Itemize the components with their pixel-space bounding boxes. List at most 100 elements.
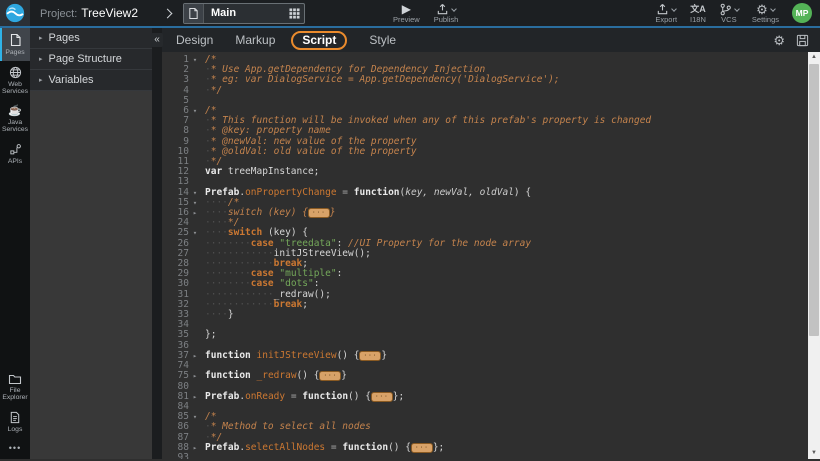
folded-code-placeholder[interactable]: ···	[319, 371, 341, 381]
tab-markup[interactable]: Markup	[235, 33, 275, 47]
chevron-down-icon	[770, 6, 776, 12]
code-line[interactable]: 4·*/	[162, 86, 820, 96]
fold-toggle-icon[interactable]: ▾	[189, 106, 201, 116]
code-line[interactable]: 12var treeMapInstance;	[162, 167, 820, 177]
gutter: 6▾	[162, 106, 202, 116]
code-line[interactable]: 34	[162, 320, 820, 330]
fold-toggle-icon[interactable]: ▸	[189, 443, 201, 453]
script-settings-gear-icon[interactable]: ⚙	[773, 34, 785, 47]
rail-label: Logs	[8, 426, 23, 434]
code-segment-cm: * Method to select all nodes	[211, 421, 371, 432]
branch-icon	[719, 3, 732, 16]
fold-toggle-icon	[189, 86, 201, 96]
code-line[interactable]: 10·* @oldVal: old value of the property	[162, 147, 820, 157]
fold-toggle-icon[interactable]: ▸	[189, 351, 201, 361]
accordion-variables[interactable]: ▸ Variables	[30, 70, 152, 91]
gear-icon: ⚙	[756, 3, 768, 16]
code-line[interactable]: 5	[162, 96, 820, 106]
sidebar-item-pages[interactable]: Pages	[0, 28, 30, 61]
editor-scrollbar[interactable]: ▲ ▼	[808, 52, 820, 459]
code-line[interactable]: 35};	[162, 330, 820, 340]
code-line[interactable]: 16▸····switch (key) {···}	[162, 208, 820, 218]
triangle-right-icon: ▸	[39, 34, 43, 42]
tab-script[interactable]: Script	[291, 31, 347, 50]
fold-toggle-icon[interactable]: ▸	[189, 208, 201, 218]
code-segment-fn: _redraw	[257, 370, 297, 381]
folded-code-placeholder[interactable]: ···	[371, 392, 393, 402]
publish-button[interactable]: Publish	[434, 3, 459, 24]
code-line[interactable]: 81▸Prefab.onReady = function() {···};	[162, 392, 820, 402]
fold-toggle-icon	[189, 65, 201, 75]
folded-code-placeholder[interactable]: ···	[308, 208, 330, 218]
code-text: ····}	[202, 310, 234, 320]
code-line[interactable]: 32············break;	[162, 300, 820, 310]
grid-view-icon[interactable]	[284, 8, 304, 19]
sidebar-item-java-services[interactable]: ☕ Java Services	[0, 100, 30, 138]
folded-code-placeholder[interactable]: ···	[359, 351, 381, 361]
fold-toggle-icon	[189, 300, 201, 310]
tab-style[interactable]: Style	[369, 33, 396, 47]
fold-toggle-icon	[189, 147, 201, 157]
page-selector-dropdown[interactable]: Main	[183, 3, 305, 24]
vcs-button[interactable]: VCS	[719, 3, 739, 24]
fold-toggle-icon[interactable]: ▸	[189, 371, 201, 381]
fold-toggle-icon	[189, 75, 201, 85]
code-line[interactable]: 84	[162, 402, 820, 412]
script-editor[interactable]: 1▾/*2·* Use App.getDependency for Depend…	[162, 52, 820, 459]
web-services-icon	[9, 66, 22, 79]
fold-toggle-icon[interactable]: ▾	[189, 198, 201, 208]
play-icon: ▶	[402, 3, 411, 15]
accordion-page-structure[interactable]: ▸ Page Structure	[30, 49, 152, 70]
code-line[interactable]: 93	[162, 453, 820, 459]
fold-toggle-icon[interactable]: ▾	[189, 412, 201, 422]
pages-panel: ▸ Pages ▸ Page Structure ▸ Variables	[30, 28, 152, 459]
chevron-down-icon	[734, 6, 740, 12]
export-button[interactable]: Export	[655, 3, 677, 24]
settings-button[interactable]: ⚙ Settings	[752, 3, 779, 24]
collapse-panel-button[interactable]: «	[151, 33, 163, 47]
fold-toggle-icon[interactable]: ▾	[189, 55, 201, 65]
code-lines: 1▾/*2·* Use App.getDependency for Depend…	[162, 52, 820, 459]
panel-divider[interactable]: «	[152, 28, 162, 459]
code-line[interactable]: 3·* eg: var DialogService = App.getDepen…	[162, 75, 820, 85]
gutter: 93	[162, 453, 202, 459]
fold-toggle-icon[interactable]: ▸	[189, 392, 201, 402]
more-options-button[interactable]: •••	[0, 437, 30, 459]
code-line[interactable]: 37▸function initJStreeView() {···}	[162, 351, 820, 361]
sidebar-item-logs[interactable]: Logs	[0, 406, 30, 438]
gutter: 2	[162, 65, 202, 75]
code-line[interactable]: 88▸Prefab.selectAllNodes = function() {·…	[162, 443, 820, 453]
preview-button[interactable]: ▶ Preview	[393, 3, 420, 24]
fold-toggle-icon	[189, 239, 201, 249]
sidebar-item-file-explorer[interactable]: File Explorer	[0, 368, 30, 406]
i18n-button[interactable]: 文A I18N	[690, 3, 706, 24]
code-line[interactable]: 75▸function _redraw() {···}	[162, 371, 820, 381]
line-number: 75	[162, 371, 189, 381]
settings-label: Settings	[752, 16, 779, 24]
fold-toggle-icon	[189, 126, 201, 136]
fold-toggle-icon[interactable]: ▾	[189, 228, 201, 238]
code-segment-pl: };	[433, 442, 444, 453]
fold-toggle-icon[interactable]: ▾	[189, 188, 201, 198]
accordion-label: Variables	[49, 74, 94, 86]
gutter: 1▾	[162, 55, 202, 65]
sidebar-item-web-services[interactable]: Web Services	[0, 61, 30, 100]
fold-toggle-icon	[189, 259, 201, 269]
code-line[interactable]: 86·* Method to select all nodes	[162, 422, 820, 432]
scroll-up-arrow[interactable]: ▲	[808, 52, 820, 63]
save-icon[interactable]	[796, 34, 809, 47]
user-avatar[interactable]: MP	[792, 3, 812, 23]
code-line[interactable]: 14▾Prefab.onPropertyChange = function(ke…	[162, 188, 820, 198]
sidebar-item-apis[interactable]: APIs	[0, 138, 30, 170]
wavemaker-logo-icon	[5, 3, 25, 23]
code-line[interactable]: 33····}	[162, 310, 820, 320]
accordion-pages[interactable]: ▸ Pages	[30, 28, 152, 49]
code-segment-pl: :	[337, 268, 343, 279]
tab-design[interactable]: Design	[176, 33, 213, 47]
scrollbar-thumb[interactable]	[809, 64, 819, 336]
code-text: function _redraw() {···}	[202, 371, 347, 381]
scroll-down-arrow[interactable]: ▼	[808, 448, 820, 459]
app-logo[interactable]	[0, 0, 30, 26]
folded-code-placeholder[interactable]: ···	[411, 443, 433, 453]
translate-icon: 文A	[690, 3, 706, 15]
